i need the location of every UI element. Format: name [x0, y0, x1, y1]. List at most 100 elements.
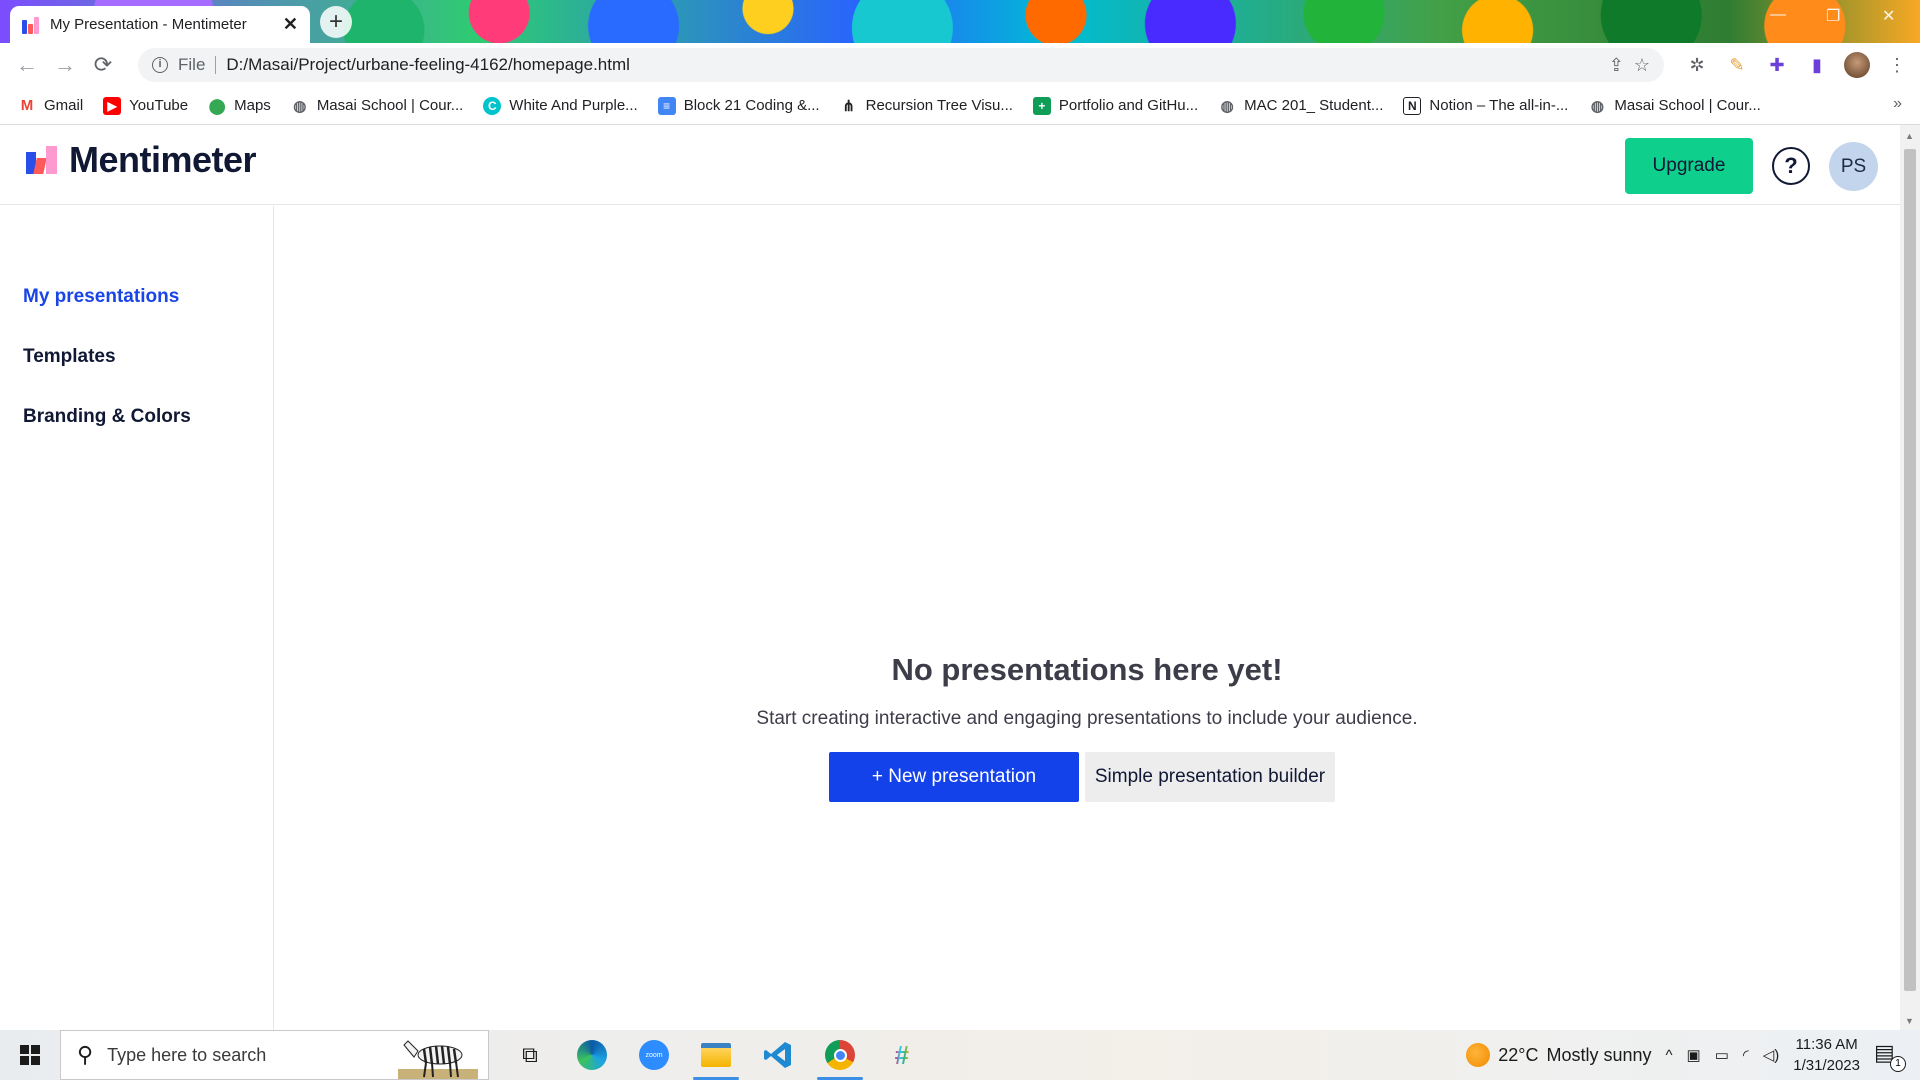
notion-icon: N — [1403, 96, 1422, 115]
canva-icon: C — [483, 96, 502, 115]
docs-icon: ≡ — [657, 96, 676, 115]
bookmark-item[interactable]: N Notion – The all-in-... — [1403, 96, 1569, 115]
clock-date: 1/31/2023 — [1793, 1057, 1860, 1074]
user-avatar[interactable]: PS — [1829, 142, 1878, 191]
tab-close-icon[interactable]: ✕ — [283, 14, 298, 35]
side-panel-icon[interactable]: ▮ — [1804, 52, 1830, 78]
upgrade-button[interactable]: Upgrade — [1625, 138, 1753, 194]
color-picker-extension-icon[interactable]: ✎ — [1724, 52, 1750, 78]
window-close-icon[interactable]: ✕ — [1882, 6, 1895, 26]
bookmark-item[interactable]: ≡ Block 21 Coding &... — [657, 96, 820, 115]
globe-icon: ◍ — [293, 97, 307, 115]
toolbar-extensions: ✲ ✎ ✚ ▮ ⋮ — [1684, 48, 1910, 82]
bookmark-item[interactable]: + Portfolio and GitHu... — [1032, 96, 1198, 115]
profile-avatar-icon[interactable] — [1844, 52, 1870, 78]
bookmark-item[interactable]: C White And Purple... — [483, 96, 638, 115]
gmail-icon: M — [20, 97, 34, 114]
windows-start-icon[interactable] — [0, 1030, 60, 1080]
weather-text: Mostly sunny — [1546, 1044, 1652, 1065]
bookmark-item[interactable]: ▶ YouTube — [103, 96, 189, 115]
page-scrollbar[interactable]: ▲ ▼ — [1900, 125, 1920, 1030]
bookmark-item[interactable]: M Gmail — [18, 97, 83, 115]
taskbar-search-placeholder: Type here to search — [107, 1044, 267, 1065]
tree-icon: ⋔ — [842, 97, 855, 115]
mentimeter-logo[interactable]: Mentimeter — [26, 139, 257, 181]
tab-title: My Presentation - Mentimeter — [50, 16, 247, 33]
browser-menu-icon[interactable]: ⋮ — [1884, 52, 1910, 78]
bookmark-item[interactable]: ⋔ Recursion Tree Visu... — [840, 97, 1013, 115]
taskbar-search-box[interactable]: ⚲ Type here to search — [60, 1030, 489, 1080]
globe-icon: ◍ — [1590, 97, 1604, 115]
extension-bug-icon[interactable]: ✲ — [1684, 52, 1710, 78]
scroll-down-icon[interactable]: ▼ — [1905, 1016, 1914, 1026]
tray-chevron-up-icon[interactable]: ^ — [1666, 1047, 1673, 1064]
chrome-icon[interactable] — [809, 1030, 871, 1080]
sidebar-item-templates[interactable]: Templates — [23, 346, 116, 368]
sidebar-item-my-presentations[interactable]: My presentations — [23, 286, 179, 308]
weather-widget[interactable]: 22°C Mostly sunny — [1466, 1043, 1652, 1067]
bookmark-label: Gmail — [44, 97, 84, 114]
bookmark-label: Masai School | Cour... — [1614, 97, 1761, 114]
bookmark-label: Notion – The all-in-... — [1429, 97, 1569, 114]
forward-icon[interactable]: → — [46, 46, 84, 84]
zoom-icon[interactable]: zoom — [623, 1030, 685, 1080]
slack-icon[interactable]: # — [871, 1030, 933, 1080]
meet-now-icon[interactable]: ▣ — [1687, 1046, 1701, 1064]
globe-icon: ◍ — [1220, 97, 1234, 115]
back-icon[interactable]: ← — [8, 46, 46, 84]
volume-icon[interactable]: ◁) — [1763, 1046, 1780, 1064]
notification-center-icon[interactable]: ▤ 1 — [1874, 1040, 1906, 1072]
url-scheme: File — [178, 55, 206, 74]
notification-badge: 1 — [1890, 1056, 1906, 1072]
clock[interactable]: 11:36 AM 1/31/2023 — [1793, 1034, 1860, 1076]
clock-time: 11:36 AM — [1795, 1036, 1858, 1053]
weather-temp: 22°C — [1498, 1044, 1539, 1065]
minimize-icon[interactable]: — — [1770, 6, 1786, 24]
bookmark-label: YouTube — [129, 97, 189, 114]
url-separator — [215, 56, 217, 74]
new-tab-button[interactable]: + — [320, 6, 352, 38]
bookmark-label: Recursion Tree Visu... — [865, 97, 1013, 114]
simple-presentation-builder-button[interactable]: Simple presentation builder — [1085, 752, 1335, 802]
browser-toolbar: ← → ⟳ i File D:/Masai/Project/urbane-fee… — [0, 43, 1920, 87]
scrollbar-thumb[interactable] — [1904, 149, 1916, 991]
bookmark-item[interactable]: ◍ MAC 201_ Student... — [1218, 97, 1384, 115]
browser-tab-strip: My Presentation - Mentimeter ✕ + — ❐ ✕ — [0, 0, 1920, 43]
scroll-up-icon[interactable]: ▲ — [1905, 131, 1914, 141]
brand-name: Mentimeter — [69, 139, 257, 180]
address-bar[interactable]: i File D:/Masai/Project/urbane-feeling-4… — [138, 48, 1664, 82]
help-icon[interactable]: ? — [1772, 147, 1810, 185]
empty-state-title: No presentations here yet! — [891, 652, 1283, 687]
bookmark-item[interactable]: ⬤ Maps — [208, 97, 271, 115]
maps-pin-icon: ⬤ — [208, 97, 226, 115]
search-icon: ⚲ — [77, 1042, 94, 1067]
mentimeter-page: Mentimeter Upgrade ? PS My presentations… — [0, 125, 1900, 1030]
bookmark-item[interactable]: ◍ Masai School | Cour... — [291, 97, 463, 115]
bookmarks-overflow-icon[interactable]: » — [1893, 95, 1902, 113]
bookmark-item[interactable]: ◍ Masai School | Cour... — [1588, 97, 1761, 115]
share-icon[interactable]: ⇪ — [1609, 55, 1624, 76]
youtube-icon: ▶ — [103, 96, 122, 115]
restore-icon[interactable]: ❐ — [1826, 6, 1840, 26]
bookmark-label: White And Purple... — [509, 97, 638, 114]
sidebar-item-branding-colors[interactable]: Branding & Colors — [23, 406, 191, 428]
reload-icon[interactable]: ⟳ — [84, 46, 122, 84]
site-info-icon[interactable]: i — [152, 57, 168, 73]
weather-sun-icon — [1466, 1043, 1491, 1067]
bookmarks-bar: M Gmail ▶ YouTube ⬤ Maps ◍ Masai School | Cour.… — [0, 87, 1920, 125]
vscode-icon[interactable] — [747, 1030, 809, 1080]
bookmark-label: MAC 201_ Student... — [1244, 97, 1384, 114]
task-view-icon[interactable]: ⧉ — [499, 1030, 561, 1080]
extensions-puzzle-icon[interactable]: ✚ — [1764, 52, 1790, 78]
battery-icon[interactable]: ▭ — [1715, 1046, 1729, 1064]
url-text[interactable]: D:/Masai/Project/urbane-feeling-4162/hom… — [226, 55, 1598, 75]
new-presentation-button[interactable]: + New presentation — [829, 752, 1079, 802]
taskbar-pinned-apps: ⧉ zoom # — [499, 1030, 933, 1080]
browser-tab[interactable]: My Presentation - Mentimeter ✕ — [10, 6, 310, 43]
system-tray: 22°C Mostly sunny ^ ▣ ▭ ◜ ◁) 11:36 AM 1/… — [1466, 1030, 1920, 1080]
bookmark-label: Masai School | Cour... — [316, 97, 464, 114]
bookmark-star-icon[interactable]: ☆ — [1634, 55, 1650, 76]
edge-icon[interactable] — [561, 1030, 623, 1080]
file-explorer-icon[interactable] — [685, 1030, 747, 1080]
wifi-icon[interactable]: ◜ — [1743, 1046, 1749, 1064]
